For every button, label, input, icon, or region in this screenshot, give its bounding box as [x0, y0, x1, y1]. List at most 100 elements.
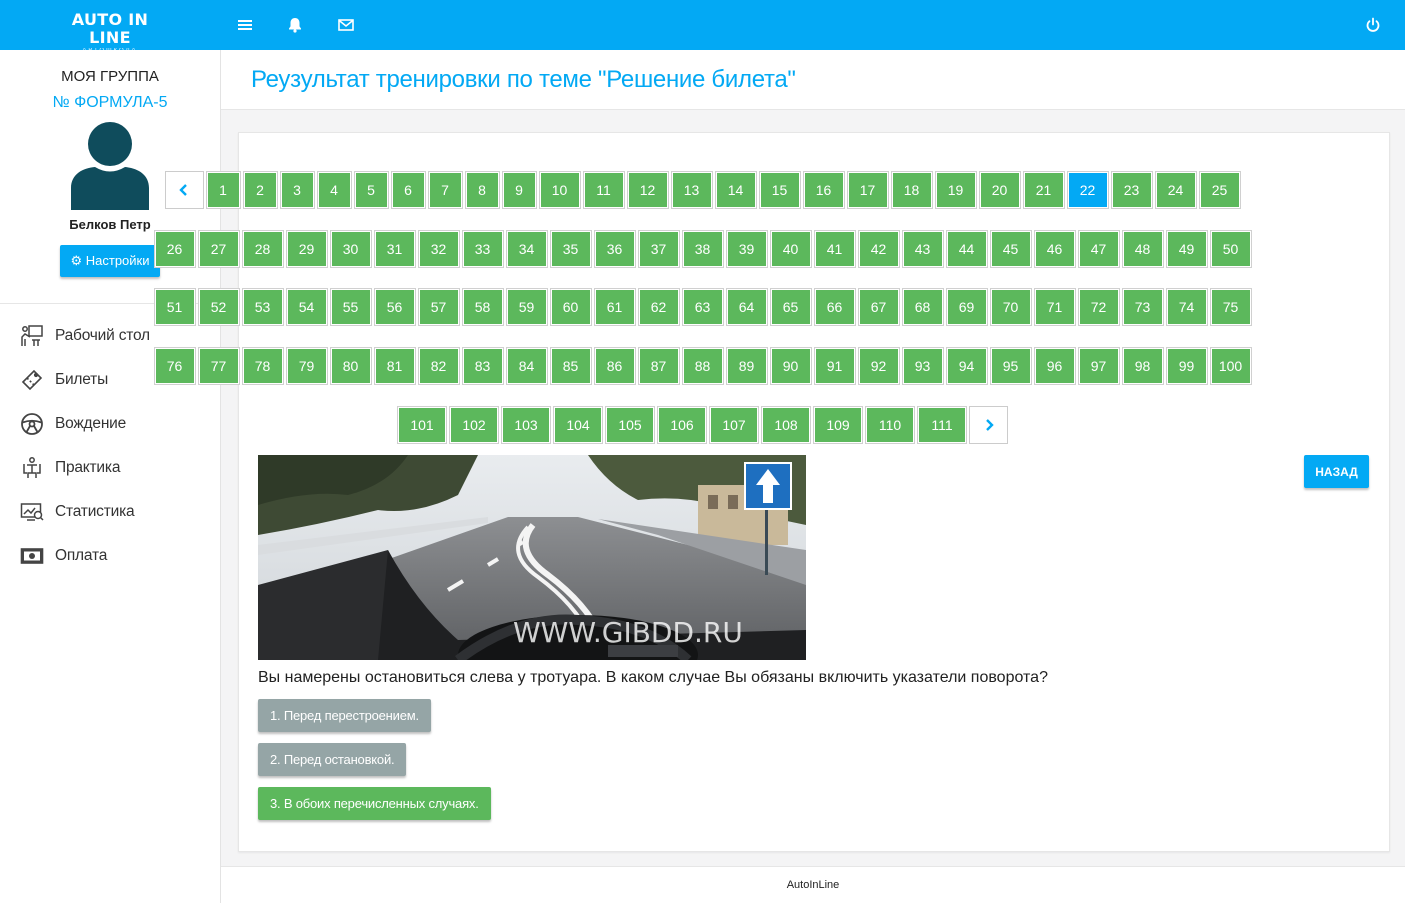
question-number-button[interactable]: 29 [285, 230, 328, 268]
question-number-button[interactable]: 65 [769, 288, 812, 326]
question-number-button[interactable]: 44 [945, 230, 988, 268]
question-number-button[interactable]: 52 [197, 288, 240, 326]
question-number-button[interactable]: 89 [725, 347, 768, 385]
question-number-button[interactable]: 94 [945, 347, 988, 385]
question-number-button[interactable]: 16 [802, 171, 845, 209]
question-number-button[interactable]: 90 [769, 347, 812, 385]
question-number-button[interactable]: 34 [505, 230, 548, 268]
question-number-button[interactable]: 11 [582, 171, 625, 209]
question-number-button[interactable]: 9 [501, 171, 537, 209]
question-number-button[interactable]: 101 [397, 406, 447, 444]
question-number-button[interactable]: 37 [637, 230, 680, 268]
question-number-button[interactable]: 84 [505, 347, 548, 385]
question-number-button[interactable]: 4 [316, 171, 352, 209]
question-number-button[interactable]: 33 [461, 230, 504, 268]
question-number-button[interactable]: 22 [1066, 171, 1109, 209]
question-number-button[interactable]: 24 [1154, 171, 1197, 209]
question-number-button[interactable]: 75 [1209, 288, 1252, 326]
question-number-button[interactable]: 93 [901, 347, 944, 385]
question-number-button[interactable]: 109 [813, 406, 863, 444]
question-number-button[interactable]: 47 [1077, 230, 1120, 268]
question-number-button[interactable]: 98 [1121, 347, 1164, 385]
question-number-button[interactable]: 63 [681, 288, 724, 326]
question-number-button[interactable]: 18 [890, 171, 933, 209]
question-number-button[interactable]: 108 [761, 406, 811, 444]
question-number-button[interactable]: 60 [549, 288, 592, 326]
question-number-button[interactable]: 59 [505, 288, 548, 326]
question-number-button[interactable]: 111 [917, 406, 967, 444]
question-number-button[interactable]: 7 [427, 171, 463, 209]
question-number-button[interactable]: 41 [813, 230, 856, 268]
question-number-button[interactable]: 30 [329, 230, 372, 268]
question-number-button[interactable]: 69 [945, 288, 988, 326]
group-name[interactable]: № ФОРМУЛА-5 [0, 94, 220, 112]
question-number-button[interactable]: 58 [461, 288, 504, 326]
question-number-button[interactable]: 8 [464, 171, 500, 209]
question-number-button[interactable]: 92 [857, 347, 900, 385]
question-number-button[interactable]: 15 [758, 171, 801, 209]
question-number-button[interactable]: 68 [901, 288, 944, 326]
question-number-button[interactable]: 96 [1033, 347, 1076, 385]
question-number-button[interactable]: 56 [373, 288, 416, 326]
power-icon[interactable] [1364, 16, 1382, 34]
question-number-button[interactable]: 53 [241, 288, 284, 326]
logo[interactable]: AUTO IN LINE АВТОШКОЛА [50, 11, 170, 55]
question-number-button[interactable]: 46 [1033, 230, 1076, 268]
question-number-button[interactable]: 64 [725, 288, 768, 326]
question-number-button[interactable]: 13 [670, 171, 713, 209]
question-number-button[interactable]: 54 [285, 288, 328, 326]
question-number-button[interactable]: 1 [205, 171, 241, 209]
question-number-button[interactable]: 57 [417, 288, 460, 326]
next-page-button[interactable] [969, 406, 1008, 444]
question-number-button[interactable]: 39 [725, 230, 768, 268]
question-number-button[interactable]: 28 [241, 230, 284, 268]
question-number-button[interactable]: 38 [681, 230, 724, 268]
question-number-button[interactable]: 36 [593, 230, 636, 268]
question-number-button[interactable]: 88 [681, 347, 724, 385]
question-number-button[interactable]: 87 [637, 347, 680, 385]
question-number-button[interactable]: 79 [285, 347, 328, 385]
question-number-button[interactable]: 19 [934, 171, 977, 209]
question-number-button[interactable]: 85 [549, 347, 592, 385]
question-number-button[interactable]: 40 [769, 230, 812, 268]
question-number-button[interactable]: 6 [390, 171, 426, 209]
question-number-button[interactable]: 43 [901, 230, 944, 268]
question-number-button[interactable]: 66 [813, 288, 856, 326]
question-number-button[interactable]: 21 [1022, 171, 1065, 209]
question-number-button[interactable]: 74 [1165, 288, 1208, 326]
question-number-button[interactable]: 78 [241, 347, 284, 385]
question-number-button[interactable]: 42 [857, 230, 900, 268]
question-number-button[interactable]: 102 [449, 406, 499, 444]
question-number-button[interactable]: 20 [978, 171, 1021, 209]
question-number-button[interactable]: 35 [549, 230, 592, 268]
question-number-button[interactable]: 49 [1165, 230, 1208, 268]
question-number-button[interactable]: 83 [461, 347, 504, 385]
question-number-button[interactable]: 73 [1121, 288, 1164, 326]
question-number-button[interactable]: 55 [329, 288, 372, 326]
question-number-button[interactable]: 105 [605, 406, 655, 444]
question-number-button[interactable]: 97 [1077, 347, 1120, 385]
question-number-button[interactable]: 100 [1209, 347, 1252, 385]
question-number-button[interactable]: 107 [709, 406, 759, 444]
question-number-button[interactable]: 61 [593, 288, 636, 326]
question-number-button[interactable]: 10 [538, 171, 581, 209]
question-number-button[interactable]: 12 [626, 171, 669, 209]
question-number-button[interactable]: 3 [279, 171, 315, 209]
question-number-button[interactable]: 27 [197, 230, 240, 268]
answer-option-3[interactable]: 3. В обоих перечисленных случаях. [258, 787, 491, 820]
sidebar-item-statistics[interactable]: Статистика [0, 490, 220, 534]
question-number-button[interactable]: 45 [989, 230, 1032, 268]
question-number-button[interactable]: 99 [1165, 347, 1208, 385]
question-number-button[interactable]: 31 [373, 230, 416, 268]
question-number-button[interactable]: 110 [865, 406, 915, 444]
question-number-button[interactable]: 51 [153, 288, 196, 326]
question-number-button[interactable]: 5 [353, 171, 389, 209]
question-number-button[interactable]: 67 [857, 288, 900, 326]
question-number-button[interactable]: 17 [846, 171, 889, 209]
answer-option-1[interactable]: 1. Перед перестроением. [258, 699, 431, 732]
sidebar-item-practice[interactable]: Практика [0, 446, 220, 490]
question-number-button[interactable]: 2 [242, 171, 278, 209]
question-number-button[interactable]: 50 [1209, 230, 1252, 268]
envelope-icon[interactable] [337, 16, 355, 34]
sidebar-item-payment[interactable]: Оплата [0, 534, 220, 578]
